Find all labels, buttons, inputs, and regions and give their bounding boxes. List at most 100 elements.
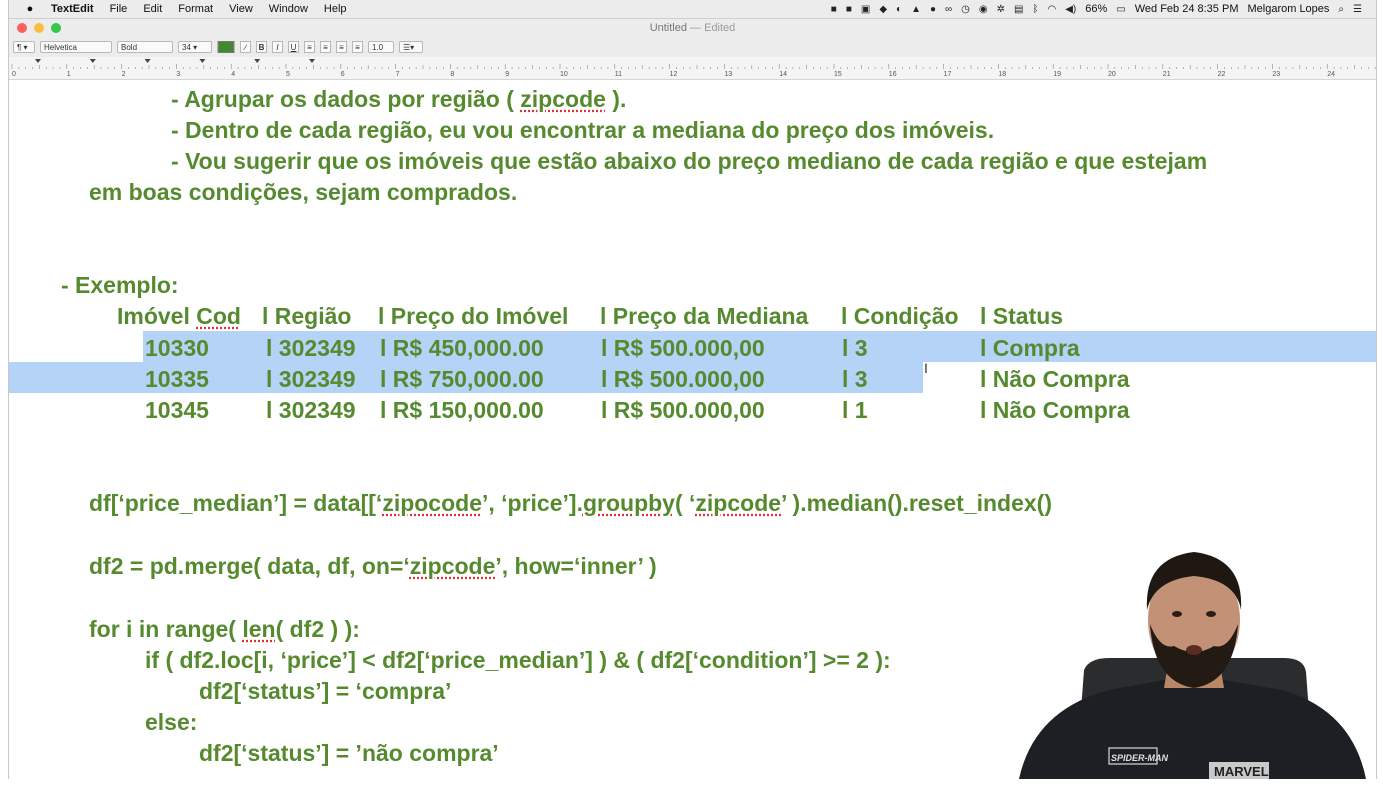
menu-window[interactable]: Window bbox=[269, 3, 308, 15]
font-family-value: Helvetica bbox=[44, 42, 77, 52]
menu-list-icon[interactable]: ☰ bbox=[1353, 4, 1362, 15]
menu-file[interactable]: File bbox=[110, 3, 128, 15]
status-app-icon[interactable]: ▲ bbox=[911, 4, 921, 15]
step-1-end: ). bbox=[605, 86, 627, 112]
tab-stop-icon[interactable] bbox=[35, 59, 41, 63]
code-line-2: df2 = pd.merge( data, df, on=‘zipcode’, … bbox=[89, 553, 657, 580]
menu-edit[interactable]: Edit bbox=[143, 3, 162, 15]
align-center-button[interactable]: ≡ bbox=[320, 41, 331, 53]
ruler-number: 6 bbox=[341, 71, 345, 78]
status-app-icon[interactable]: ◉ bbox=[979, 4, 988, 15]
align-right-button[interactable]: ≡ bbox=[336, 41, 347, 53]
italic-button[interactable]: I bbox=[272, 41, 283, 53]
shirt-text: SPIDER-MAN bbox=[1111, 753, 1169, 763]
row-preco-imovel: l R$ 750,000.00 bbox=[380, 366, 544, 392]
code-text: zipocode bbox=[382, 490, 482, 516]
ruler-number: 17 bbox=[944, 71, 952, 78]
status-app-icon[interactable]: ◐ bbox=[896, 4, 902, 15]
ruler-number: 12 bbox=[670, 71, 678, 78]
presenter-image: SPIDER-MAN MARVEL bbox=[1019, 552, 1366, 779]
text-color-well[interactable] bbox=[217, 41, 235, 53]
bold-button[interactable]: B bbox=[256, 41, 267, 53]
window-title: Untitled — Edited bbox=[9, 22, 1376, 34]
row-preco-mediana: l R$ 500.000,00 bbox=[601, 335, 765, 361]
step-1: - Agrupar os dados por região ( zipcode … bbox=[171, 86, 626, 113]
minimize-button[interactable] bbox=[34, 23, 44, 33]
status-app-icon[interactable]: ■ bbox=[831, 4, 837, 15]
tab-stop-icon[interactable] bbox=[199, 59, 206, 63]
menu-app-name[interactable]: TextEdit bbox=[51, 3, 94, 15]
ruler-number: 3 bbox=[176, 71, 180, 78]
status-app-icon[interactable]: ◆ bbox=[879, 4, 887, 15]
ruler[interactable]: 0 1 2 3 4 5 6 7 8 9 10 11 12 13 14 15 16 17 18 19 20 21 22 23 24 bbox=[9, 57, 1376, 80]
battery-icon[interactable]: ▭ bbox=[1116, 4, 1125, 15]
font-size-value: 34 bbox=[182, 42, 191, 52]
wifi-icon[interactable]: ◠ bbox=[1047, 4, 1056, 15]
ruler-number: 24 bbox=[1327, 71, 1335, 78]
header-cod-text: Cod bbox=[196, 303, 241, 329]
header-preco-mediana: l Preço da Mediana bbox=[600, 303, 809, 329]
volume-icon[interactable]: ◀) bbox=[1065, 4, 1076, 15]
title-bar: Untitled — Edited bbox=[9, 19, 1376, 37]
line-spacing-select[interactable]: 1.0 bbox=[368, 41, 394, 53]
code-line-6: else: bbox=[145, 709, 198, 735]
paragraph-style-value: ¶ bbox=[17, 42, 22, 52]
highlight-color-well[interactable]: ∕ bbox=[240, 41, 251, 53]
tab-stop-icon[interactable] bbox=[144, 59, 151, 63]
row-condicao: l 3 bbox=[842, 335, 868, 361]
code-text: ’ ).median().reset_index() bbox=[781, 490, 1053, 516]
ruler-number: 1 bbox=[67, 71, 71, 78]
menu-format[interactable]: Format bbox=[178, 3, 213, 15]
flag-icon[interactable]: ▤ bbox=[1014, 4, 1023, 15]
header-cod: Imóvel Cod bbox=[117, 303, 241, 329]
font-family-select[interactable]: Helvetica bbox=[40, 41, 112, 53]
align-left-button[interactable]: ≡ bbox=[304, 41, 315, 53]
user-name[interactable]: Melgarom Lopes bbox=[1247, 3, 1329, 15]
bluetooth-icon[interactable]: ᛒ bbox=[1032, 4, 1038, 15]
code-line-3: for i in range( len( df2 ) ): bbox=[89, 616, 360, 643]
battery-percent[interactable]: 66% bbox=[1085, 3, 1107, 15]
tab-stop-icon[interactable] bbox=[309, 59, 315, 63]
clock[interactable]: Wed Feb 24 8:35 PM bbox=[1135, 3, 1239, 15]
underline-button[interactable]: U bbox=[288, 41, 299, 53]
status-app-icon[interactable]: ● bbox=[930, 4, 936, 15]
font-size-select[interactable]: 34 ▾ bbox=[178, 41, 212, 53]
menu-view[interactable]: View bbox=[229, 3, 253, 15]
code-text: ( ‘ bbox=[674, 490, 696, 516]
row-status: l Não Compra bbox=[980, 366, 1130, 392]
row-regiao: l 302349 bbox=[266, 397, 356, 423]
apple-menu-icon[interactable]: ● bbox=[23, 3, 37, 15]
tab-stop-icon[interactable] bbox=[89, 59, 96, 63]
font-style-select[interactable]: Bold bbox=[117, 41, 173, 53]
search-icon[interactable]: ⌕ bbox=[1338, 4, 1344, 15]
zoom-button[interactable] bbox=[51, 23, 61, 33]
menu-bar: ● TextEdit File Edit Format View Window … bbox=[9, 0, 1376, 19]
status-app-icon[interactable]: ✲ bbox=[997, 4, 1005, 15]
text-color-swatch bbox=[218, 41, 234, 53]
header-condicao: l Condição bbox=[841, 303, 959, 329]
code-text: ( df2 ) ): bbox=[275, 616, 360, 642]
row-preco-mediana: l R$ 500.000,00 bbox=[601, 397, 765, 423]
menu-help[interactable]: Help bbox=[324, 3, 347, 15]
edited-indicator: — Edited bbox=[690, 22, 736, 34]
status-app-icon[interactable]: ∞ bbox=[945, 4, 952, 15]
paragraph-style-select[interactable]: ¶ ▾ bbox=[13, 41, 35, 53]
ruler-number: 7 bbox=[396, 71, 400, 78]
code-text: for i in range( bbox=[89, 616, 243, 642]
status-app-icon[interactable]: ▣ bbox=[861, 4, 870, 15]
justify-button[interactable]: ≡ bbox=[352, 41, 363, 53]
ruler-number: 13 bbox=[724, 71, 732, 78]
tab-stop-icon[interactable] bbox=[254, 59, 261, 63]
clock-icon[interactable]: ◷ bbox=[961, 4, 970, 15]
step-3: - Vou sugerir que os imóveis que estão a… bbox=[171, 148, 1208, 174]
ruler-number: 5 bbox=[286, 71, 290, 78]
ruler-number: 21 bbox=[1163, 71, 1171, 78]
row-condicao: l 1 bbox=[842, 397, 868, 423]
code-text: ’, how=‘inner’ ) bbox=[495, 553, 657, 579]
close-button[interactable] bbox=[17, 23, 27, 33]
status-app-icon[interactable]: ■ bbox=[846, 4, 852, 15]
row-status: l Compra bbox=[980, 335, 1080, 361]
list-style-select[interactable]: ☰▾ bbox=[399, 41, 423, 53]
code-text: df[‘price_median’] = data[[‘ bbox=[89, 490, 383, 516]
code-line-1: df[‘price_median’] = data[[‘zipocode’, ‘… bbox=[89, 490, 1052, 517]
